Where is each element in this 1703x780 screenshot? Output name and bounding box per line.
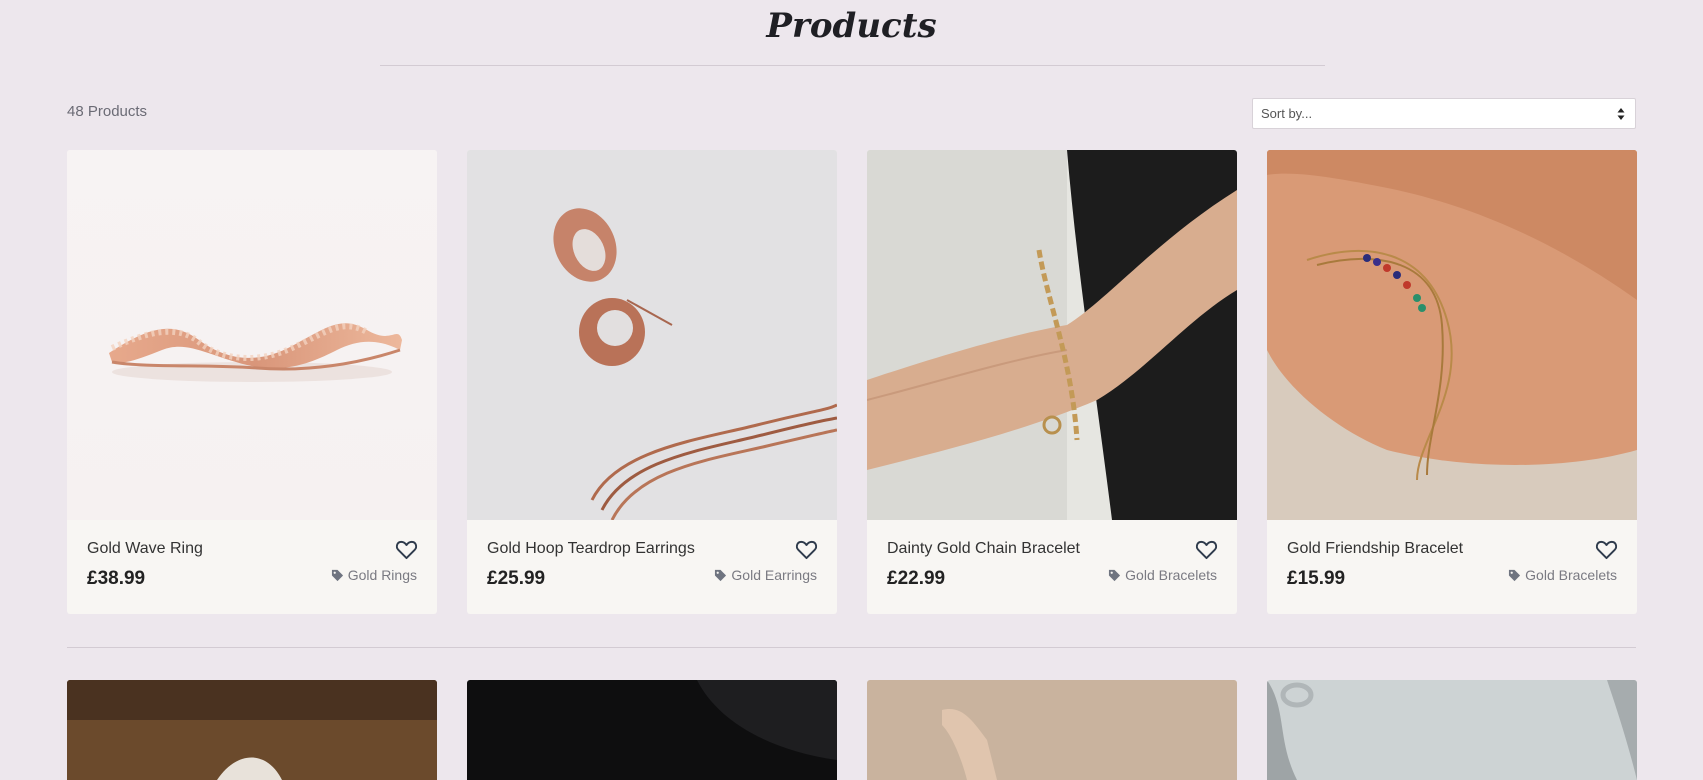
product-category: Gold Rings: [347, 567, 417, 583]
product-name[interactable]: Gold Friendship Bracelet: [1287, 540, 1463, 558]
product-price: £38.99: [87, 568, 146, 589]
tag-icon: [331, 569, 343, 581]
product-card[interactable]: [467, 680, 837, 780]
product-image[interactable]: [67, 150, 437, 520]
product-category-link[interactable]: Gold Earrings: [714, 567, 817, 583]
tag-icon: [1509, 569, 1521, 581]
product-image[interactable]: [867, 150, 1237, 520]
product-image[interactable]: [67, 680, 437, 780]
sort-select-label: Sort by...: [1261, 106, 1313, 121]
page-title: Products: [766, 6, 937, 46]
product-card[interactable]: Gold Wave Ring £38.99 Gold Rings: [67, 150, 437, 614]
product-price: £15.99: [1287, 568, 1346, 589]
product-category: Gold Earrings: [731, 567, 817, 583]
product-image[interactable]: [467, 150, 837, 520]
product-name[interactable]: Gold Hoop Teardrop Earrings: [487, 540, 695, 558]
product-category: Gold Bracelets: [1525, 567, 1617, 583]
heart-outline-icon[interactable]: [795, 539, 818, 560]
product-card[interactable]: Dainty Gold Chain Bracelet £22.99 Gold B…: [867, 150, 1237, 614]
sort-arrows-icon: [1617, 108, 1625, 120]
product-image[interactable]: [1267, 680, 1637, 780]
row-divider: [67, 647, 1636, 648]
product-category-link[interactable]: Gold Bracelets: [1108, 567, 1217, 583]
product-image[interactable]: [1267, 150, 1637, 520]
product-card[interactable]: [1267, 680, 1637, 780]
product-category: Gold Bracelets: [1125, 567, 1217, 583]
heart-outline-icon[interactable]: [1595, 539, 1618, 560]
title-divider: [380, 65, 1325, 66]
product-name[interactable]: Dainty Gold Chain Bracelet: [887, 540, 1080, 558]
tag-icon: [1109, 569, 1121, 581]
heart-outline-icon[interactable]: [395, 539, 418, 560]
product-name[interactable]: Gold Wave Ring: [87, 540, 203, 558]
sort-select[interactable]: Sort by...: [1252, 98, 1636, 129]
product-image[interactable]: [467, 680, 837, 780]
product-category-link[interactable]: Gold Bracelets: [1508, 567, 1617, 583]
product-price: £22.99: [887, 568, 946, 589]
product-card[interactable]: Gold Friendship Bracelet £15.99 Gold Bra…: [1267, 150, 1637, 614]
product-card[interactable]: [867, 680, 1237, 780]
product-category-link[interactable]: Gold Rings: [331, 567, 417, 583]
product-card[interactable]: [67, 680, 437, 780]
product-price: £25.99: [487, 568, 546, 589]
product-card[interactable]: Gold Hoop Teardrop Earrings £25.99 Gold …: [467, 150, 837, 614]
product-image[interactable]: [867, 680, 1237, 780]
tag-icon: [715, 569, 727, 581]
heart-outline-icon[interactable]: [1195, 539, 1218, 560]
product-count: 48 Products: [67, 103, 148, 120]
